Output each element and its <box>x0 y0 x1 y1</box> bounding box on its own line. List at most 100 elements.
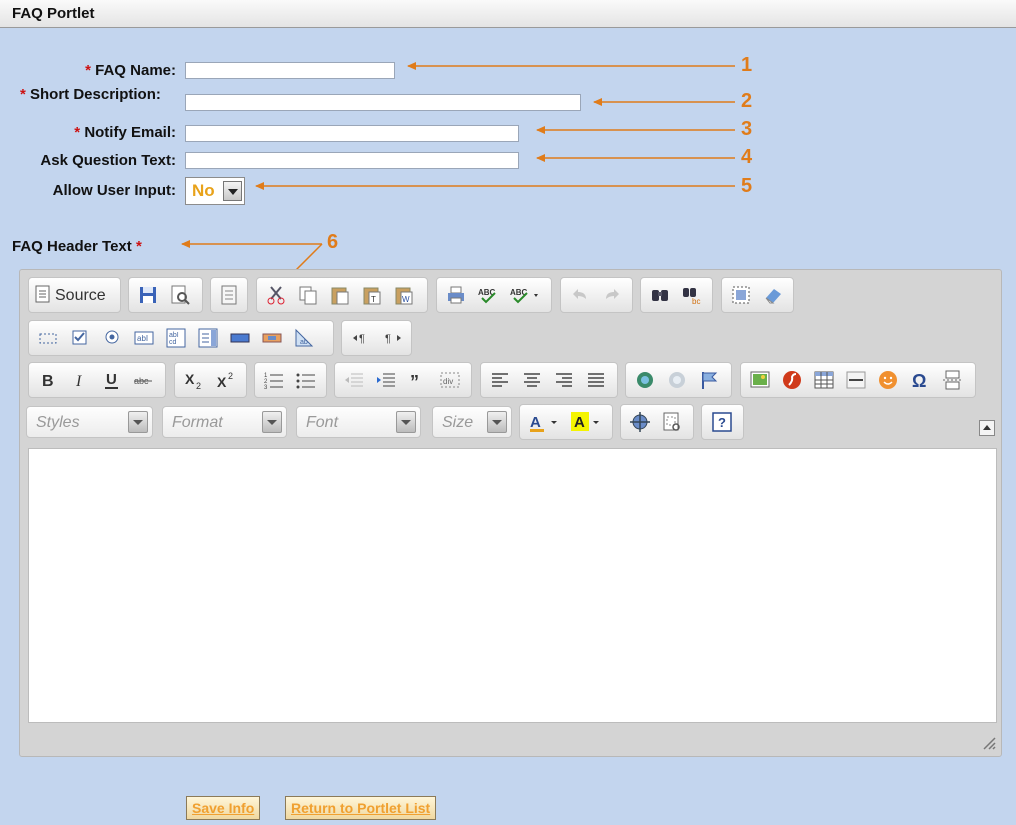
indent-group: ” div <box>334 362 472 398</box>
source-group: Source <box>28 277 121 313</box>
align-center-icon[interactable] <box>521 369 543 391</box>
numbered-list-icon[interactable]: 123 <box>263 369 285 391</box>
indent-icon[interactable] <box>375 369 397 391</box>
font-combo[interactable]: Font <box>296 406 421 438</box>
paste-text-icon[interactable]: T <box>361 284 383 306</box>
print-icon[interactable] <box>445 284 467 306</box>
table-icon[interactable] <box>813 369 835 391</box>
find-group: bc <box>640 277 713 313</box>
text-field-icon[interactable]: abI <box>133 327 155 349</box>
svg-text:2: 2 <box>228 371 233 381</box>
save-info-button[interactable]: Save Info <box>186 796 261 820</box>
clipboard-group: T W <box>256 277 428 313</box>
smiley-icon[interactable] <box>877 369 899 391</box>
svg-text:div: div <box>443 377 453 386</box>
editor-content-area[interactable] <box>28 448 997 723</box>
svg-text:¶: ¶ <box>359 333 365 345</box>
annotation-number-6: 6 <box>327 231 339 253</box>
anchor-icon[interactable] <box>698 369 720 391</box>
tools-group <box>620 404 694 440</box>
size-combo[interactable]: Size <box>432 406 512 438</box>
about-icon[interactable]: ? <box>711 411 733 433</box>
form-icon[interactable] <box>37 327 59 349</box>
justify-icon[interactable] <box>585 369 607 391</box>
hidden-field-icon[interactable]: ab <box>293 327 315 349</box>
page-break-icon[interactable] <box>941 369 963 391</box>
image-button-icon[interactable] <box>261 327 283 349</box>
replace-icon[interactable]: bc <box>681 284 703 306</box>
flash-icon[interactable] <box>781 369 803 391</box>
textarea-icon[interactable]: abI cd <box>165 327 187 349</box>
remove-format-icon[interactable] <box>762 284 784 306</box>
copy-icon[interactable] <box>297 284 319 306</box>
format-combo[interactable]: Format <box>162 406 287 438</box>
chevron-down-icon[interactable] <box>396 411 416 433</box>
radio-icon[interactable] <box>101 327 123 349</box>
image-icon[interactable] <box>749 369 771 391</box>
chevron-down-icon[interactable] <box>128 411 148 433</box>
blockquote-icon[interactable]: ” <box>407 369 429 392</box>
subscript-icon[interactable]: X2 <box>183 369 205 391</box>
styles-combo[interactable]: Styles <box>26 406 153 438</box>
redo-icon[interactable] <box>601 284 623 306</box>
background-color-icon[interactable]: A <box>570 411 604 433</box>
align-left-icon[interactable] <box>489 369 511 391</box>
svg-text:ab: ab <box>300 339 308 346</box>
outdent-icon[interactable] <box>343 369 365 391</box>
form-fields-group: abI abI cd ab <box>28 320 334 356</box>
annotation-number-3: 3 <box>741 118 753 140</box>
svg-text:2: 2 <box>196 381 201 391</box>
undo-group <box>560 277 633 313</box>
strike-icon[interactable]: abc <box>133 369 155 391</box>
select-all-icon[interactable] <box>730 284 752 306</box>
paste-icon[interactable] <box>329 284 351 306</box>
spell-check-icon[interactable]: ABC <box>477 284 499 306</box>
bold-icon[interactable]: B <box>37 369 59 391</box>
preview-icon[interactable] <box>169 284 191 306</box>
unlink-icon[interactable] <box>666 369 688 391</box>
button-icon[interactable] <box>229 327 251 349</box>
cut-icon[interactable] <box>265 284 287 306</box>
bidi-ltr-icon[interactable]: ¶ <box>350 327 372 349</box>
underline-icon[interactable]: U <box>101 369 123 391</box>
undo-icon[interactable] <box>569 284 591 306</box>
insert-group: Ω <box>740 362 976 398</box>
paste-word-icon[interactable]: W <box>393 284 415 306</box>
find-icon[interactable] <box>649 284 671 306</box>
select-field-icon[interactable] <box>197 327 219 349</box>
collapse-toolbar-icon[interactable] <box>979 420 995 436</box>
svg-text:B: B <box>42 373 54 390</box>
svg-text:cd: cd <box>169 339 177 346</box>
svg-text:W: W <box>402 295 410 304</box>
chevron-down-icon[interactable] <box>262 411 282 433</box>
maximize-icon[interactable] <box>629 411 651 433</box>
special-char-icon[interactable]: Ω <box>909 369 931 391</box>
bidi-rtl-icon[interactable]: ¶ <box>382 327 404 349</box>
save-icon[interactable] <box>137 284 159 306</box>
checkbox-icon[interactable] <box>69 327 91 349</box>
italic-icon[interactable]: I <box>69 369 91 391</box>
source-button[interactable]: Source <box>35 285 106 305</box>
svg-text:U: U <box>106 371 117 388</box>
text-color-icon[interactable]: A <box>528 411 562 433</box>
horizontal-rule-icon[interactable] <box>845 369 867 391</box>
return-to-portlet-list-button[interactable]: Return to Portlet List <box>285 796 437 820</box>
resize-grip-icon[interactable] <box>982 736 996 750</box>
templates-group <box>210 277 248 313</box>
show-blocks-icon[interactable] <box>661 411 683 433</box>
format-combo-label: Format <box>172 414 223 431</box>
select-group <box>721 277 794 313</box>
link-icon[interactable] <box>634 369 656 391</box>
svg-text:X: X <box>185 371 195 387</box>
templates-icon[interactable] <box>218 284 240 306</box>
basic-styles-group: B I U abc <box>28 362 166 398</box>
superscript-icon[interactable]: X2 <box>215 369 237 391</box>
create-div-icon[interactable]: div <box>439 369 461 391</box>
svg-text:?: ? <box>718 415 726 430</box>
svg-text:I: I <box>75 373 82 390</box>
chevron-down-icon[interactable] <box>487 411 507 433</box>
spell-check-as-you-type-icon[interactable]: ABC <box>509 284 545 306</box>
svg-text:abI: abI <box>137 334 148 343</box>
align-right-icon[interactable] <box>553 369 575 391</box>
bulleted-list-icon[interactable] <box>295 369 317 391</box>
